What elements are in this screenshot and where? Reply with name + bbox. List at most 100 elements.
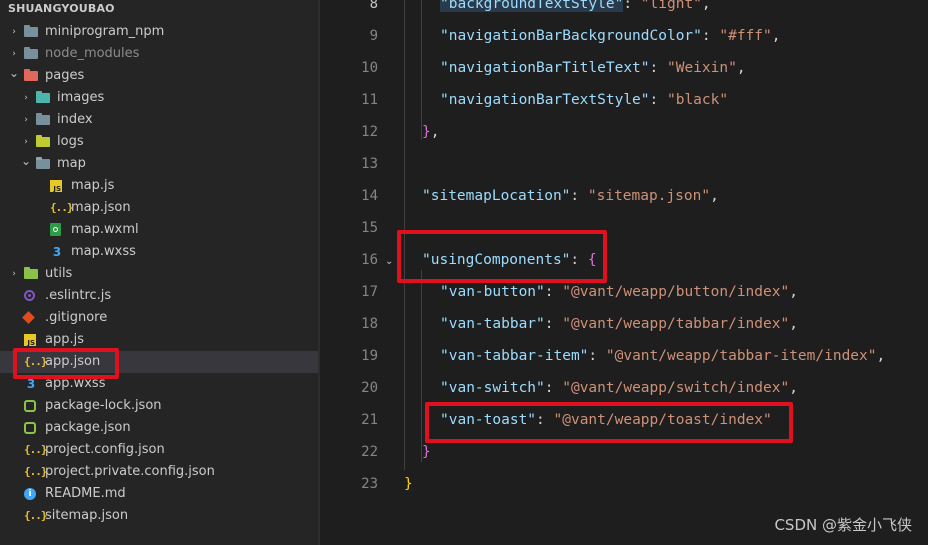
line-number: 12 xyxy=(361,124,378,140)
code-text: "backgroundTextStyle": "light", xyxy=(440,0,711,20)
css-file-icon: 3 xyxy=(26,377,36,391)
tree-item-label: index xyxy=(57,112,93,127)
code-token: "sitemap.json" xyxy=(587,188,711,204)
code-text: "sitemapLocation": "sitemap.json", xyxy=(422,180,719,212)
folder-icon xyxy=(36,113,50,125)
line-number: 9 xyxy=(369,28,378,44)
git-file-icon xyxy=(22,311,35,324)
annotation-box-app-json xyxy=(13,348,119,379)
code-line: 11 "navigationBarTextStyle": "black" xyxy=(320,84,928,116)
annotation-box-van-toast xyxy=(425,402,793,443)
code-token: "van-switch" xyxy=(440,380,545,396)
code-text: "van-tabbar": "@vant/weapp/tabbar/index"… xyxy=(440,308,798,340)
folder-icon xyxy=(24,267,38,279)
tree-item-label: package.json xyxy=(45,420,131,435)
tree-item-label: map.js xyxy=(71,178,115,193)
folder-icon xyxy=(24,25,38,37)
js-file-icon: JS xyxy=(24,334,36,347)
chevron-right-icon[interactable]: › xyxy=(20,131,32,153)
eslint-file-icon xyxy=(24,290,35,301)
line-number: 13 xyxy=(361,156,378,172)
code-token: "@vant/weapp/switch/index" xyxy=(562,380,790,396)
code-token: "backgroundTextStyle" xyxy=(440,0,624,12)
code-line: 10 "navigationBarTitleText": "Weixin", xyxy=(320,52,928,84)
code-token: , xyxy=(789,316,798,332)
explorer-root-title[interactable]: SHUANGYOUBAO xyxy=(8,0,115,18)
tree-item[interactable]: package-lock.json xyxy=(0,395,318,417)
chevron-right-icon[interactable]: › xyxy=(8,21,20,43)
folder-icon xyxy=(36,135,50,147)
folder-icon xyxy=(24,47,38,59)
folder-open-icon xyxy=(24,69,38,81)
chevron-down-icon[interactable]: ⌄ xyxy=(8,65,20,87)
tree-item[interactable]: › miniprogram_npm xyxy=(0,21,318,43)
tree-item[interactable]: package.json xyxy=(0,417,318,439)
chevron-right-icon[interactable]: › xyxy=(8,263,20,285)
code-token: , xyxy=(876,348,886,364)
npm-file-icon xyxy=(24,400,36,412)
code-token: "@vant/weapp/tabbar/index" xyxy=(562,316,790,332)
code-line: 14 "sitemapLocation": "sitemap.json", xyxy=(320,180,928,212)
line-number: 17 xyxy=(361,284,378,300)
tree-item[interactable]: {..} project.private.config.json xyxy=(0,461,318,483)
tree-item[interactable]: .gitignore xyxy=(0,307,318,329)
tree-item[interactable]: JS map.js xyxy=(0,175,318,197)
folder-open-icon xyxy=(36,157,50,169)
fold-chevron-icon[interactable]: ⌄ xyxy=(385,256,393,267)
code-line: 19 "van-tabbar-item": "@vant/weapp/tabbar… xyxy=(320,340,928,372)
tree-item[interactable]: {..} project.config.json xyxy=(0,439,318,461)
tree-item[interactable]: {..} map.json xyxy=(0,197,318,219)
line-number: 10 xyxy=(361,60,378,76)
tree-item[interactable]: › node_modules xyxy=(0,43,318,65)
tree-item[interactable]: ⌄ map xyxy=(0,153,318,175)
tree-item[interactable]: map.wxml xyxy=(0,219,318,241)
chevron-right-icon[interactable]: › xyxy=(20,109,32,131)
line-number: 14 xyxy=(361,188,378,204)
info-file-icon: i xyxy=(24,488,36,500)
code-token: "navigationBarTextStyle" xyxy=(440,92,650,108)
code-token: , xyxy=(430,124,440,140)
code-token: "navigationBarBackgroundColor" xyxy=(440,28,702,44)
tree-item[interactable]: ⌄ pages xyxy=(0,65,318,87)
code-token: "Weixin" xyxy=(666,60,737,76)
code-text: "navigationBarBackgroundColor": "#fff", xyxy=(440,20,781,52)
chevron-right-icon[interactable]: › xyxy=(8,43,20,65)
tree-item-label: project.config.json xyxy=(45,442,165,457)
code-token: : xyxy=(544,316,563,332)
tree-item-label: pages xyxy=(45,68,85,83)
watermark: CSDN @紫金小飞侠 xyxy=(774,516,912,534)
code-line: 8 "backgroundTextStyle": "light", xyxy=(320,0,928,20)
code-token: "van-tabbar-item" xyxy=(440,348,589,364)
tree-item[interactable]: .eslintrc.js xyxy=(0,285,318,307)
code-token: "light" xyxy=(640,0,702,12)
code-line: 13 xyxy=(320,148,928,180)
annotation-box-usingcomponents xyxy=(397,230,607,283)
tree-item[interactable]: 3 map.wxss xyxy=(0,241,318,263)
chevron-right-icon[interactable]: › xyxy=(20,87,32,109)
tree-item[interactable]: › images xyxy=(0,87,318,109)
code-token: , xyxy=(789,284,798,300)
code-line: 12}, xyxy=(320,116,928,148)
code-line: 20 "van-switch": "@vant/weapp/switch/inde… xyxy=(320,372,928,404)
json-file-icon: {..} xyxy=(50,201,74,214)
tree-item[interactable]: i README.md xyxy=(0,483,318,505)
tree-item[interactable]: {..} sitemap.json xyxy=(0,505,318,527)
code-text: }, xyxy=(422,116,439,148)
code-token: : xyxy=(544,380,563,396)
line-number: 22 xyxy=(361,444,378,460)
json-file-icon: {..} xyxy=(24,509,48,522)
code-token: "#fff" xyxy=(719,28,772,44)
wxml-file-icon xyxy=(50,223,61,236)
line-number: 11 xyxy=(361,92,378,108)
tree-item[interactable]: › utils xyxy=(0,263,318,285)
code-token: "van-button" xyxy=(440,284,545,300)
tree-item[interactable]: › logs xyxy=(0,131,318,153)
tree-item-label: project.private.config.json xyxy=(45,464,215,479)
tree-item-label: node_modules xyxy=(45,46,140,61)
code-text: "van-tabbar-item": "@vant/weapp/tabbar-i… xyxy=(440,340,885,372)
js-file-icon: JS xyxy=(50,180,62,193)
code-token: : xyxy=(544,284,563,300)
folder-icon xyxy=(36,91,50,103)
tree-item[interactable]: › index xyxy=(0,109,318,131)
chevron-down-icon[interactable]: ⌄ xyxy=(20,153,32,175)
